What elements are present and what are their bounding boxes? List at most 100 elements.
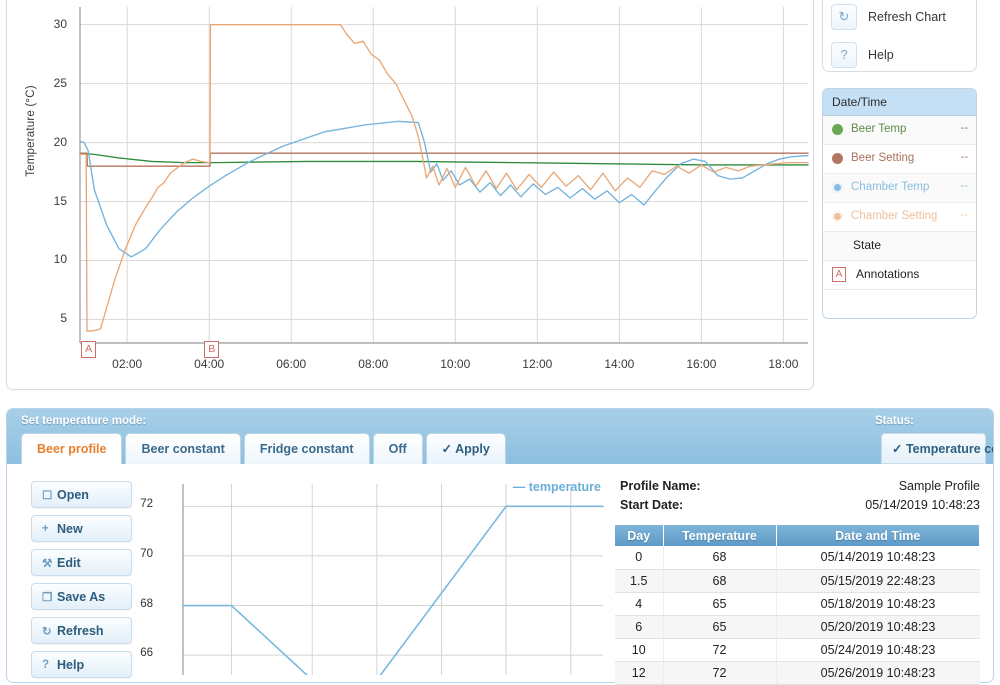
table-cell: 05/20/2019 10:48:23 (776, 615, 980, 638)
legend-item-label: Annotations (856, 267, 968, 281)
edit-label: Edit (57, 556, 81, 570)
refresh-chart-button[interactable]: ↻ Refresh Chart (831, 0, 976, 33)
table-cell: 68 (663, 546, 776, 569)
refresh-button[interactable]: ↻Refresh (31, 617, 132, 644)
legend-row-beer-temp[interactable]: Beer Temp -- (823, 116, 976, 145)
refresh-label: Refresh (57, 624, 104, 638)
legend-item-value: -- (961, 122, 968, 134)
tab-beer-profile[interactable]: Beer profile (21, 433, 122, 464)
profile-preview-chart-area[interactable]: 66687072 — temperature (155, 480, 605, 675)
legend-color-dot-icon (832, 124, 843, 135)
table-body: 06805/14/2019 10:48:231.56805/15/2019 22… (615, 546, 980, 684)
chart-x-tick: 14:00 (589, 357, 649, 371)
chart-y-tick: 20 (37, 135, 67, 149)
help-label: Help (57, 658, 84, 672)
chart-x-tick: 02:00 (97, 357, 157, 371)
table-cell: 65 (663, 592, 776, 615)
table-cell: 05/18/2019 10:48:23 (776, 592, 980, 615)
profile-points-table: DayTemperatureDate and Time 06805/14/201… (615, 525, 980, 685)
chart-legend-panel: Date/Time Beer Temp--Beer Setting--Chamb… (822, 88, 977, 319)
legend-row-annotations[interactable]: A Annotations (823, 261, 976, 290)
open-button[interactable]: ☐Open (31, 481, 132, 508)
column-header-date-and-time[interactable]: Date and Time (776, 525, 980, 546)
question-icon: ? (42, 659, 57, 671)
control-header-bar: Set temperature mode: Status: Beer profi… (7, 409, 993, 464)
open-label: Open (57, 488, 89, 502)
legend-color-dot-icon (832, 182, 843, 193)
legend-item-value: -- (961, 209, 968, 221)
table-cell: 12 (615, 661, 663, 684)
table-row[interactable]: 127205/26/2019 10:48:23 (615, 661, 980, 684)
mode-tab-group[interactable]: Beer profileBeer constantFridge constant… (21, 433, 509, 464)
chart-x-tick: 08:00 (343, 357, 403, 371)
legend-header-datetime: Date/Time (823, 89, 976, 116)
legend-row-group: Beer Temp--Beer Setting--Chamber Temp--C… (823, 116, 976, 290)
table-row[interactable]: 1.56805/15/2019 22:48:23 (615, 569, 980, 592)
edit-button[interactable]: ⚒Edit (31, 549, 132, 576)
legend-row-beer-setting[interactable]: Beer Setting-- (823, 145, 976, 174)
legend-item-label: Beer Temp (851, 122, 957, 136)
table-cell: 4 (615, 592, 663, 615)
table-row[interactable]: 06805/14/2019 10:48:23 (615, 546, 980, 569)
chart-annotation-a[interactable]: A (81, 341, 96, 358)
chart-x-tick: 18:00 (753, 357, 813, 371)
copy-icon: ❐ (42, 590, 57, 604)
tab-fridge-constant[interactable]: Fridge constant (244, 433, 370, 464)
table-cell: 72 (663, 661, 776, 684)
plus-icon: + (42, 523, 57, 535)
profile-chart-y-tick: 66 (127, 647, 153, 659)
legend-item-label: State (853, 238, 968, 252)
tab-beer-constant[interactable]: Beer constant (125, 433, 240, 464)
table-row[interactable]: 66505/20/2019 10:48:23 (615, 615, 980, 638)
main-chart-svg[interactable] (7, 0, 815, 391)
refresh-icon: ↻ (831, 4, 857, 30)
table-cell: 0 (615, 546, 663, 569)
chart-y-tick: 15 (37, 194, 67, 208)
annotation-marker-icon: A (832, 267, 846, 282)
profile-name-value: Sample Profile (899, 479, 980, 493)
table-header-row: DayTemperatureDate and Time (615, 525, 980, 546)
chart-x-tick: 06:00 (261, 357, 321, 371)
legend-item-label: Chamber Temp (851, 180, 957, 194)
chart-x-tick: 12:00 (507, 357, 567, 371)
chart-y-axis-label: Temperature (°C) (25, 51, 37, 211)
chart-plot-area[interactable] (7, 0, 813, 389)
profile-chart-y-tick: 68 (127, 598, 153, 610)
tab-off[interactable]: Off (373, 433, 423, 464)
profile-name-label: Profile Name: (620, 479, 701, 493)
legend-row-state[interactable]: State (823, 232, 976, 261)
legend-item-label: Beer Setting (851, 151, 957, 165)
save-as-label: Save As (57, 590, 105, 604)
chart-help-button[interactable]: ? Help (831, 38, 976, 71)
legend-item-label: Chamber Setting (851, 209, 957, 223)
profile-chart-y-tick: 70 (127, 548, 153, 560)
chart-x-tick: 04:00 (179, 357, 239, 371)
chart-tools-panel: ↻ Refresh Chart ? Help (822, 0, 977, 72)
profile-preview-svg[interactable] (155, 480, 605, 675)
chart-y-tick: 30 (37, 17, 67, 31)
table-row[interactable]: 46505/18/2019 10:48:23 (615, 592, 980, 615)
table-cell: 10 (615, 638, 663, 661)
chart-annotation-b[interactable]: B (204, 341, 219, 358)
refresh-icon: ↻ (42, 624, 57, 638)
table-cell: 05/15/2019 22:48:23 (776, 569, 980, 592)
chart-y-tick: 10 (37, 252, 67, 266)
legend-row-chamber-temp[interactable]: Chamber Temp-- (823, 174, 976, 203)
status-label: Status: (875, 415, 914, 427)
table-cell: 68 (663, 569, 776, 592)
save-as-button[interactable]: ❐Save As (31, 583, 132, 610)
table-row[interactable]: 107205/24/2019 10:48:23 (615, 638, 980, 661)
column-header-temperature[interactable]: Temperature (663, 525, 776, 546)
table-cell: 65 (663, 615, 776, 638)
temperature-chart-panel: Temperature (°C) 51015202530 02:0004:000… (6, 0, 814, 390)
profile-info-block: Profile Name: Sample Profile Start Date:… (620, 479, 980, 517)
profile-action-button-group[interactable]: ☐Open+New⚒Edit❐Save As↻Refresh?Help (31, 481, 132, 683)
legend-row-chamber-setting[interactable]: Chamber Setting -- (823, 203, 976, 232)
apply-button[interactable]: ✓ Apply (426, 433, 506, 464)
profile-start-label: Start Date: (620, 498, 683, 512)
new-button[interactable]: +New (31, 515, 132, 542)
profile-start-date-row: Start Date: 05/14/2019 10:48:23 (620, 498, 980, 512)
help-button[interactable]: ?Help (31, 651, 132, 678)
table-cell: 05/14/2019 10:48:23 (776, 546, 980, 569)
column-header-day[interactable]: Day (615, 525, 663, 546)
